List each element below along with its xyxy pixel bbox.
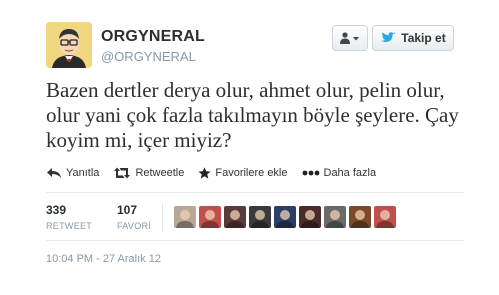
divider — [46, 240, 464, 241]
user-avatar-icon[interactable] — [199, 206, 221, 228]
stats-divider — [162, 203, 163, 231]
retweet-icon — [114, 167, 131, 179]
follow-button-label: Takip et — [401, 31, 446, 45]
user-avatar-icon[interactable] — [249, 206, 271, 228]
user-avatar-icon[interactable] — [224, 206, 246, 228]
retweet-stat[interactable]: 339 RETWEET — [46, 203, 92, 231]
user-avatar-icon[interactable] — [299, 206, 321, 228]
ellipsis-icon — [302, 170, 319, 176]
favorite-count: 107 — [117, 203, 138, 217]
more-label: Daha fazla — [323, 167, 377, 179]
twitter-bird-icon — [381, 31, 396, 42]
tweet-text: Bazen dertler derya olur, ahmet olur, pe… — [46, 78, 459, 152]
tweet-actions: Yanıtla Retweetle Favorilere ekle Daha f… — [46, 167, 390, 179]
user-avatar-icon[interactable] — [274, 206, 296, 228]
star-icon — [198, 167, 211, 179]
user-actions-button[interactable] — [332, 25, 368, 51]
author-display-name[interactable]: ORGYNERAL — [101, 28, 205, 46]
user-avatar-icon[interactable] — [374, 206, 396, 228]
reply-label: Yanıtla — [66, 167, 100, 179]
reply-action[interactable]: Yanıtla — [46, 167, 99, 179]
follow-button[interactable]: Takip et — [372, 25, 454, 51]
author-avatar[interactable] — [46, 22, 92, 68]
user-dropdown-icon — [340, 32, 359, 44]
more-action[interactable]: Daha fazla — [302, 167, 377, 179]
retweet-action[interactable]: Retweetle — [113, 167, 184, 179]
user-avatar-icon[interactable] — [174, 206, 196, 228]
favoriters-avatars — [174, 206, 396, 228]
retweet-count: 339 — [46, 203, 67, 217]
divider — [46, 192, 464, 193]
author-handle[interactable]: @ORGYNERAL — [101, 49, 196, 64]
reply-arrow-icon — [47, 168, 61, 178]
retweet-count-label: RETWEET — [46, 221, 93, 231]
user-avatar-icon[interactable] — [349, 206, 371, 228]
favorite-action[interactable]: Favorilere ekle — [198, 167, 288, 179]
favorite-label: Favorilere ekle — [215, 167, 288, 179]
favorite-stat[interactable]: 107 FAVORİ — [117, 203, 151, 231]
tweet-timestamp[interactable]: 10:04 PM - 27 Aralık 12 — [46, 253, 161, 265]
retweet-label: Retweetle — [135, 167, 185, 179]
favorite-count-label: FAVORİ — [117, 221, 152, 231]
cartoon-general-avatar-icon — [46, 22, 92, 68]
user-avatar-icon[interactable] — [324, 206, 346, 228]
tweet-card: ORGYNERAL @ORGYNERAL Takip et Bazen dert… — [0, 0, 499, 295]
